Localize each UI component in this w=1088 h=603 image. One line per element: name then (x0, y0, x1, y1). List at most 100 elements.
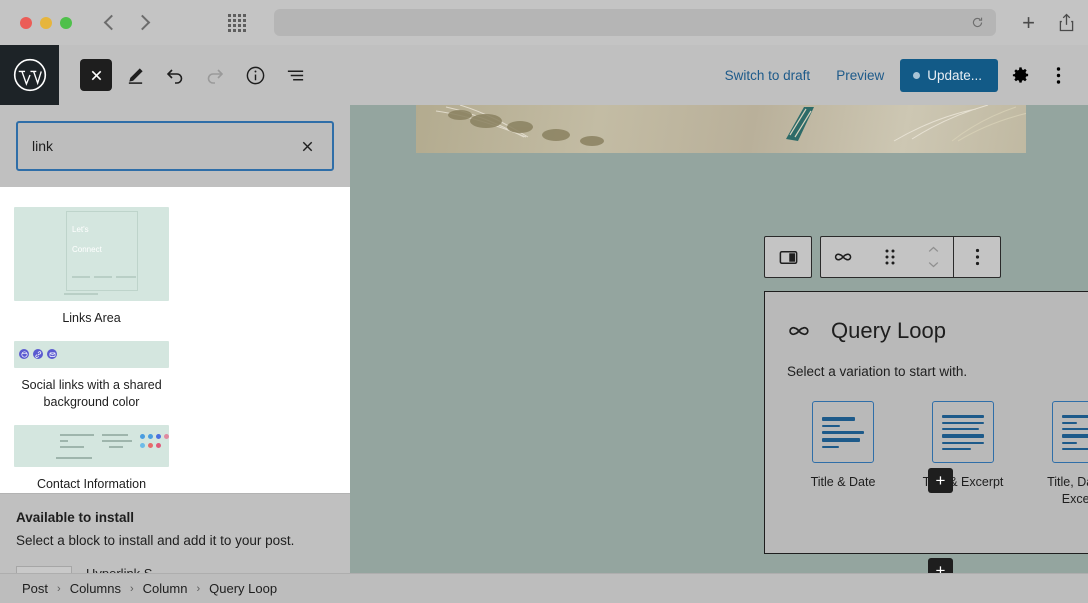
search-input-wrapper[interactable]: link (16, 121, 334, 171)
columns-icon (778, 247, 799, 268)
search-input[interactable]: link (32, 138, 296, 154)
install-section-title: Available to install (16, 510, 334, 525)
settings-button[interactable] (1004, 59, 1036, 91)
social-dot-icon (148, 443, 153, 448)
hero-image[interactable] (416, 105, 1026, 153)
thumbnail-detail-row (102, 440, 132, 442)
move-up-icon[interactable] (928, 244, 939, 255)
gear-icon (1011, 66, 1030, 85)
breadcrumb: Post › Columns › Column › Query Loop (0, 573, 1088, 603)
update-button[interactable]: Update... (900, 59, 998, 92)
minimize-window-button[interactable] (40, 17, 52, 29)
breadcrumb-separator: › (57, 583, 61, 595)
pattern-item-contact-information[interactable]: Contact Information (14, 425, 169, 493)
install-section-description: Select a block to install and add it to … (16, 533, 334, 548)
breadcrumb-item-query-loop[interactable]: Query Loop (209, 581, 277, 596)
move-down-icon[interactable] (928, 259, 939, 270)
editor-header-actions: Switch to draft Preview Update... (715, 59, 1088, 92)
variation-title-date-and-excerpt[interactable]: Title, Date, & Excerpt (1035, 401, 1088, 508)
loop-icon (787, 318, 813, 344)
clear-search-button[interactable] (296, 135, 318, 157)
parent-block-group (764, 236, 812, 278)
new-tab-button[interactable]: + (1014, 12, 1043, 34)
pattern-label: Social links with a shared background co… (14, 377, 169, 411)
feather-illustration-icon (416, 105, 1026, 153)
pattern-item-links-area[interactable]: Let's Connect Links Area (14, 207, 169, 327)
share-icon[interactable] (1059, 13, 1074, 32)
query-loop-header: Query Loop (787, 318, 1088, 344)
edit-tool-button[interactable] (118, 58, 152, 92)
breadcrumb-separator: › (130, 583, 134, 595)
list-view-button[interactable] (278, 58, 312, 92)
close-inserter-button[interactable] (80, 59, 112, 91)
query-loop-subtitle: Select a variation to start with. (787, 364, 1088, 379)
breadcrumb-item-columns[interactable]: Columns (70, 581, 121, 596)
thumbnail-detail-row (116, 276, 136, 278)
apps-grid-icon[interactable] (228, 14, 246, 32)
ellipsis-vertical-icon (975, 248, 980, 266)
undo-icon (165, 65, 185, 85)
pattern-grid: Let's Connect Links Area (14, 207, 336, 493)
update-button-label: Update... (927, 68, 982, 83)
query-loop-title: Query Loop (831, 318, 946, 344)
social-dot-icon (140, 443, 145, 448)
pattern-results-list: Let's Connect Links Area (0, 187, 350, 493)
reload-icon[interactable] (971, 16, 984, 29)
editor-canvas: Query Loop Select a variation to start w… (350, 105, 1088, 603)
thumbnail-detail-row (94, 276, 112, 278)
thumbnail-detail-row (60, 440, 68, 442)
query-loop-placeholder: Query Loop Select a variation to start w… (764, 291, 1088, 554)
block-inserter-panel: link Let's Connect (0, 105, 350, 603)
switch-to-draft-button[interactable]: Switch to draft (715, 60, 821, 91)
redo-button[interactable] (198, 58, 232, 92)
pencil-icon (126, 66, 145, 85)
breadcrumb-item-column[interactable]: Column (143, 581, 188, 596)
thumbnail-text-line1: Let's (72, 225, 89, 234)
breadcrumb-item-post[interactable]: Post (22, 581, 48, 596)
unsaved-changes-dot (913, 72, 920, 79)
block-options-button[interactable] (954, 237, 1000, 277)
more-options-button[interactable] (1042, 59, 1074, 91)
thumbnail-detail-row (56, 457, 92, 459)
editor-body: link Let's Connect (0, 105, 1088, 603)
wordpress-social-icon (19, 349, 29, 359)
social-dot-icon (140, 434, 145, 439)
social-dot-icon (156, 443, 161, 448)
back-icon[interactable] (104, 15, 120, 31)
variation-preview-icon (812, 401, 874, 463)
address-bar[interactable] (274, 9, 996, 36)
close-window-button[interactable] (20, 17, 32, 29)
drag-dots-icon (884, 248, 896, 266)
block-movers (913, 244, 953, 270)
drag-handle[interactable] (867, 237, 913, 277)
wordpress-logo-button[interactable] (0, 45, 59, 105)
pattern-label: Contact Information (14, 476, 169, 493)
variation-label: Title & Date (811, 474, 876, 491)
preview-button[interactable]: Preview (826, 60, 894, 91)
add-block-button[interactable]: + (928, 468, 953, 493)
variation-title-and-date[interactable]: Title & Date (795, 401, 891, 508)
list-view-icon (285, 65, 306, 86)
forward-icon[interactable] (135, 15, 151, 31)
close-icon (89, 68, 104, 83)
variation-preview-icon (932, 401, 994, 463)
undo-button[interactable] (158, 58, 192, 92)
variation-preview-icon (1052, 401, 1088, 463)
pattern-thumbnail (14, 341, 169, 368)
pattern-thumbnail: Let's Connect (14, 207, 169, 301)
block-type-query-loop-button[interactable] (821, 237, 867, 277)
inserter-search-area: link (0, 105, 350, 187)
pattern-label: Links Area (14, 310, 169, 327)
breadcrumb-separator: › (196, 583, 200, 595)
select-parent-columns-button[interactable] (765, 237, 811, 277)
thumbnail-detail-row (60, 446, 84, 448)
browser-chrome: + (0, 0, 1088, 45)
maximize-window-button[interactable] (60, 17, 72, 29)
thumbnail-detail-row (109, 446, 123, 448)
info-icon (245, 65, 266, 86)
social-dot-icon (148, 434, 153, 439)
details-button[interactable] (238, 58, 272, 92)
social-dot-icon (164, 434, 169, 439)
block-toolbar (764, 236, 1001, 278)
pattern-item-social-links[interactable]: Social links with a shared background co… (14, 341, 169, 411)
